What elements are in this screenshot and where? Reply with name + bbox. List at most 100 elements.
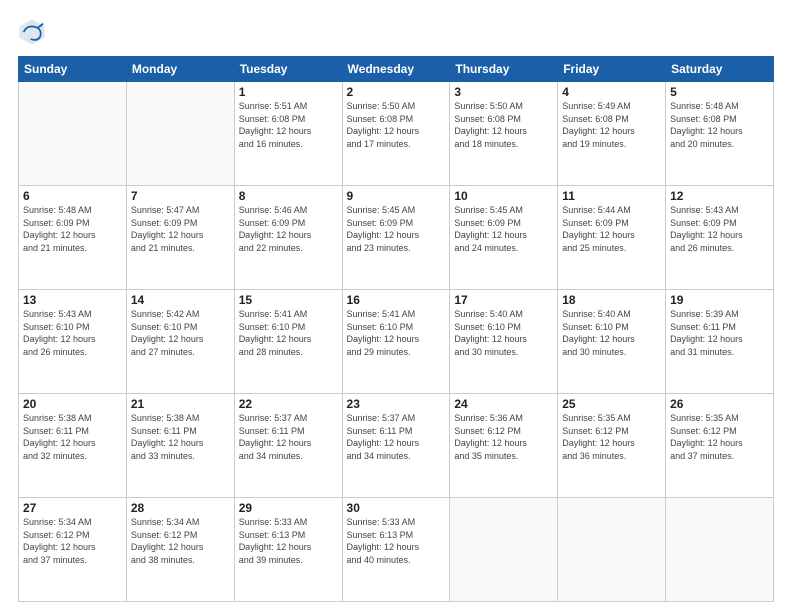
calendar-cell: 16Sunrise: 5:41 AM Sunset: 6:10 PM Dayli…: [342, 290, 450, 394]
day-info: Sunrise: 5:49 AM Sunset: 6:08 PM Dayligh…: [562, 100, 661, 150]
weekday-header-row: SundayMondayTuesdayWednesdayThursdayFrid…: [19, 57, 774, 82]
day-number: 3: [454, 85, 553, 99]
week-row-3: 13Sunrise: 5:43 AM Sunset: 6:10 PM Dayli…: [19, 290, 774, 394]
day-number: 8: [239, 189, 338, 203]
day-info: Sunrise: 5:35 AM Sunset: 6:12 PM Dayligh…: [670, 412, 769, 462]
day-info: Sunrise: 5:47 AM Sunset: 6:09 PM Dayligh…: [131, 204, 230, 254]
week-row-2: 6Sunrise: 5:48 AM Sunset: 6:09 PM Daylig…: [19, 186, 774, 290]
day-number: 13: [23, 293, 122, 307]
weekday-header-sunday: Sunday: [19, 57, 127, 82]
calendar-cell: 5Sunrise: 5:48 AM Sunset: 6:08 PM Daylig…: [666, 82, 774, 186]
day-info: Sunrise: 5:41 AM Sunset: 6:10 PM Dayligh…: [239, 308, 338, 358]
calendar-table: SundayMondayTuesdayWednesdayThursdayFrid…: [18, 56, 774, 602]
day-number: 20: [23, 397, 122, 411]
day-number: 11: [562, 189, 661, 203]
calendar-cell: 25Sunrise: 5:35 AM Sunset: 6:12 PM Dayli…: [558, 394, 666, 498]
calendar-cell: 19Sunrise: 5:39 AM Sunset: 6:11 PM Dayli…: [666, 290, 774, 394]
weekday-header-tuesday: Tuesday: [234, 57, 342, 82]
calendar-cell: [450, 498, 558, 602]
calendar-cell: 23Sunrise: 5:37 AM Sunset: 6:11 PM Dayli…: [342, 394, 450, 498]
day-info: Sunrise: 5:42 AM Sunset: 6:10 PM Dayligh…: [131, 308, 230, 358]
logo: [18, 18, 50, 46]
day-number: 4: [562, 85, 661, 99]
calendar-cell: 21Sunrise: 5:38 AM Sunset: 6:11 PM Dayli…: [126, 394, 234, 498]
calendar-cell: 29Sunrise: 5:33 AM Sunset: 6:13 PM Dayli…: [234, 498, 342, 602]
calendar-cell: 12Sunrise: 5:43 AM Sunset: 6:09 PM Dayli…: [666, 186, 774, 290]
day-info: Sunrise: 5:50 AM Sunset: 6:08 PM Dayligh…: [454, 100, 553, 150]
day-info: Sunrise: 5:38 AM Sunset: 6:11 PM Dayligh…: [131, 412, 230, 462]
day-number: 1: [239, 85, 338, 99]
day-info: Sunrise: 5:43 AM Sunset: 6:09 PM Dayligh…: [670, 204, 769, 254]
weekday-header-thursday: Thursday: [450, 57, 558, 82]
day-number: 28: [131, 501, 230, 515]
logo-icon: [18, 18, 46, 46]
day-info: Sunrise: 5:34 AM Sunset: 6:12 PM Dayligh…: [131, 516, 230, 566]
day-info: Sunrise: 5:48 AM Sunset: 6:08 PM Dayligh…: [670, 100, 769, 150]
calendar-cell: 15Sunrise: 5:41 AM Sunset: 6:10 PM Dayli…: [234, 290, 342, 394]
day-info: Sunrise: 5:50 AM Sunset: 6:08 PM Dayligh…: [347, 100, 446, 150]
day-info: Sunrise: 5:41 AM Sunset: 6:10 PM Dayligh…: [347, 308, 446, 358]
day-number: 18: [562, 293, 661, 307]
day-info: Sunrise: 5:44 AM Sunset: 6:09 PM Dayligh…: [562, 204, 661, 254]
calendar-cell: [558, 498, 666, 602]
day-number: 12: [670, 189, 769, 203]
day-info: Sunrise: 5:37 AM Sunset: 6:11 PM Dayligh…: [239, 412, 338, 462]
day-number: 2: [347, 85, 446, 99]
day-info: Sunrise: 5:40 AM Sunset: 6:10 PM Dayligh…: [562, 308, 661, 358]
day-number: 23: [347, 397, 446, 411]
day-info: Sunrise: 5:40 AM Sunset: 6:10 PM Dayligh…: [454, 308, 553, 358]
day-number: 26: [670, 397, 769, 411]
calendar-cell: 8Sunrise: 5:46 AM Sunset: 6:09 PM Daylig…: [234, 186, 342, 290]
calendar-cell: 1Sunrise: 5:51 AM Sunset: 6:08 PM Daylig…: [234, 82, 342, 186]
calendar-cell: 17Sunrise: 5:40 AM Sunset: 6:10 PM Dayli…: [450, 290, 558, 394]
day-info: Sunrise: 5:35 AM Sunset: 6:12 PM Dayligh…: [562, 412, 661, 462]
day-info: Sunrise: 5:43 AM Sunset: 6:10 PM Dayligh…: [23, 308, 122, 358]
day-info: Sunrise: 5:39 AM Sunset: 6:11 PM Dayligh…: [670, 308, 769, 358]
calendar-cell: 3Sunrise: 5:50 AM Sunset: 6:08 PM Daylig…: [450, 82, 558, 186]
day-number: 17: [454, 293, 553, 307]
weekday-header-saturday: Saturday: [666, 57, 774, 82]
calendar-cell: 4Sunrise: 5:49 AM Sunset: 6:08 PM Daylig…: [558, 82, 666, 186]
day-number: 30: [347, 501, 446, 515]
calendar-cell: 18Sunrise: 5:40 AM Sunset: 6:10 PM Dayli…: [558, 290, 666, 394]
calendar-cell: 14Sunrise: 5:42 AM Sunset: 6:10 PM Dayli…: [126, 290, 234, 394]
header: [18, 18, 774, 46]
calendar-cell: 20Sunrise: 5:38 AM Sunset: 6:11 PM Dayli…: [19, 394, 127, 498]
day-number: 10: [454, 189, 553, 203]
calendar-cell: 9Sunrise: 5:45 AM Sunset: 6:09 PM Daylig…: [342, 186, 450, 290]
day-number: 9: [347, 189, 446, 203]
day-number: 19: [670, 293, 769, 307]
week-row-1: 1Sunrise: 5:51 AM Sunset: 6:08 PM Daylig…: [19, 82, 774, 186]
calendar-cell: 30Sunrise: 5:33 AM Sunset: 6:13 PM Dayli…: [342, 498, 450, 602]
day-number: 7: [131, 189, 230, 203]
day-number: 6: [23, 189, 122, 203]
week-row-4: 20 Sunrise: 5:38 AM Sunset: 6:11 PM Dayli…: [19, 394, 774, 498]
day-number: 5: [670, 85, 769, 99]
calendar-cell: [666, 498, 774, 602]
calendar-cell: 7Sunrise: 5:47 AM Sunset: 6:09 PM Daylig…: [126, 186, 234, 290]
calendar-cell: 6Sunrise: 5:48 AM Sunset: 6:09 PM Daylig…: [19, 186, 127, 290]
day-number: 16: [347, 293, 446, 307]
day-number: 27: [23, 501, 122, 515]
day-number: 22: [239, 397, 338, 411]
day-number: 21: [131, 397, 230, 411]
day-info: Sunrise: 5:33 AM Sunset: 6:13 PM Dayligh…: [347, 516, 446, 566]
day-info: Sunrise: 5:51 AM Sunset: 6:08 PM Dayligh…: [239, 100, 338, 150]
day-number: 29: [239, 501, 338, 515]
calendar-cell: 26Sunrise: 5:35 AM Sunset: 6:12 PM Dayli…: [666, 394, 774, 498]
day-info: Sunrise: 5:45 AM Sunset: 6:09 PM Dayligh…: [454, 204, 553, 254]
calendar-cell: 24Sunrise: 5:36 AM Sunset: 6:12 PM Dayli…: [450, 394, 558, 498]
day-number: 24: [454, 397, 553, 411]
week-row-5: 27Sunrise: 5:34 AM Sunset: 6:12 PM Dayli…: [19, 498, 774, 602]
calendar-cell: [19, 82, 127, 186]
calendar-cell: 28Sunrise: 5:34 AM Sunset: 6:12 PM Dayli…: [126, 498, 234, 602]
calendar-cell: 10Sunrise: 5:45 AM Sunset: 6:09 PM Dayli…: [450, 186, 558, 290]
day-info: Sunrise: 5:34 AM Sunset: 6:12 PM Dayligh…: [23, 516, 122, 566]
day-info: Sunrise: 5:48 AM Sunset: 6:09 PM Dayligh…: [23, 204, 122, 254]
day-info: Sunrise: 5:37 AM Sunset: 6:11 PM Dayligh…: [347, 412, 446, 462]
day-number: 25: [562, 397, 661, 411]
calendar-cell: 22Sunrise: 5:37 AM Sunset: 6:11 PM Dayli…: [234, 394, 342, 498]
calendar-cell: 11Sunrise: 5:44 AM Sunset: 6:09 PM Dayli…: [558, 186, 666, 290]
calendar-cell: 13Sunrise: 5:43 AM Sunset: 6:10 PM Dayli…: [19, 290, 127, 394]
weekday-header-friday: Friday: [558, 57, 666, 82]
